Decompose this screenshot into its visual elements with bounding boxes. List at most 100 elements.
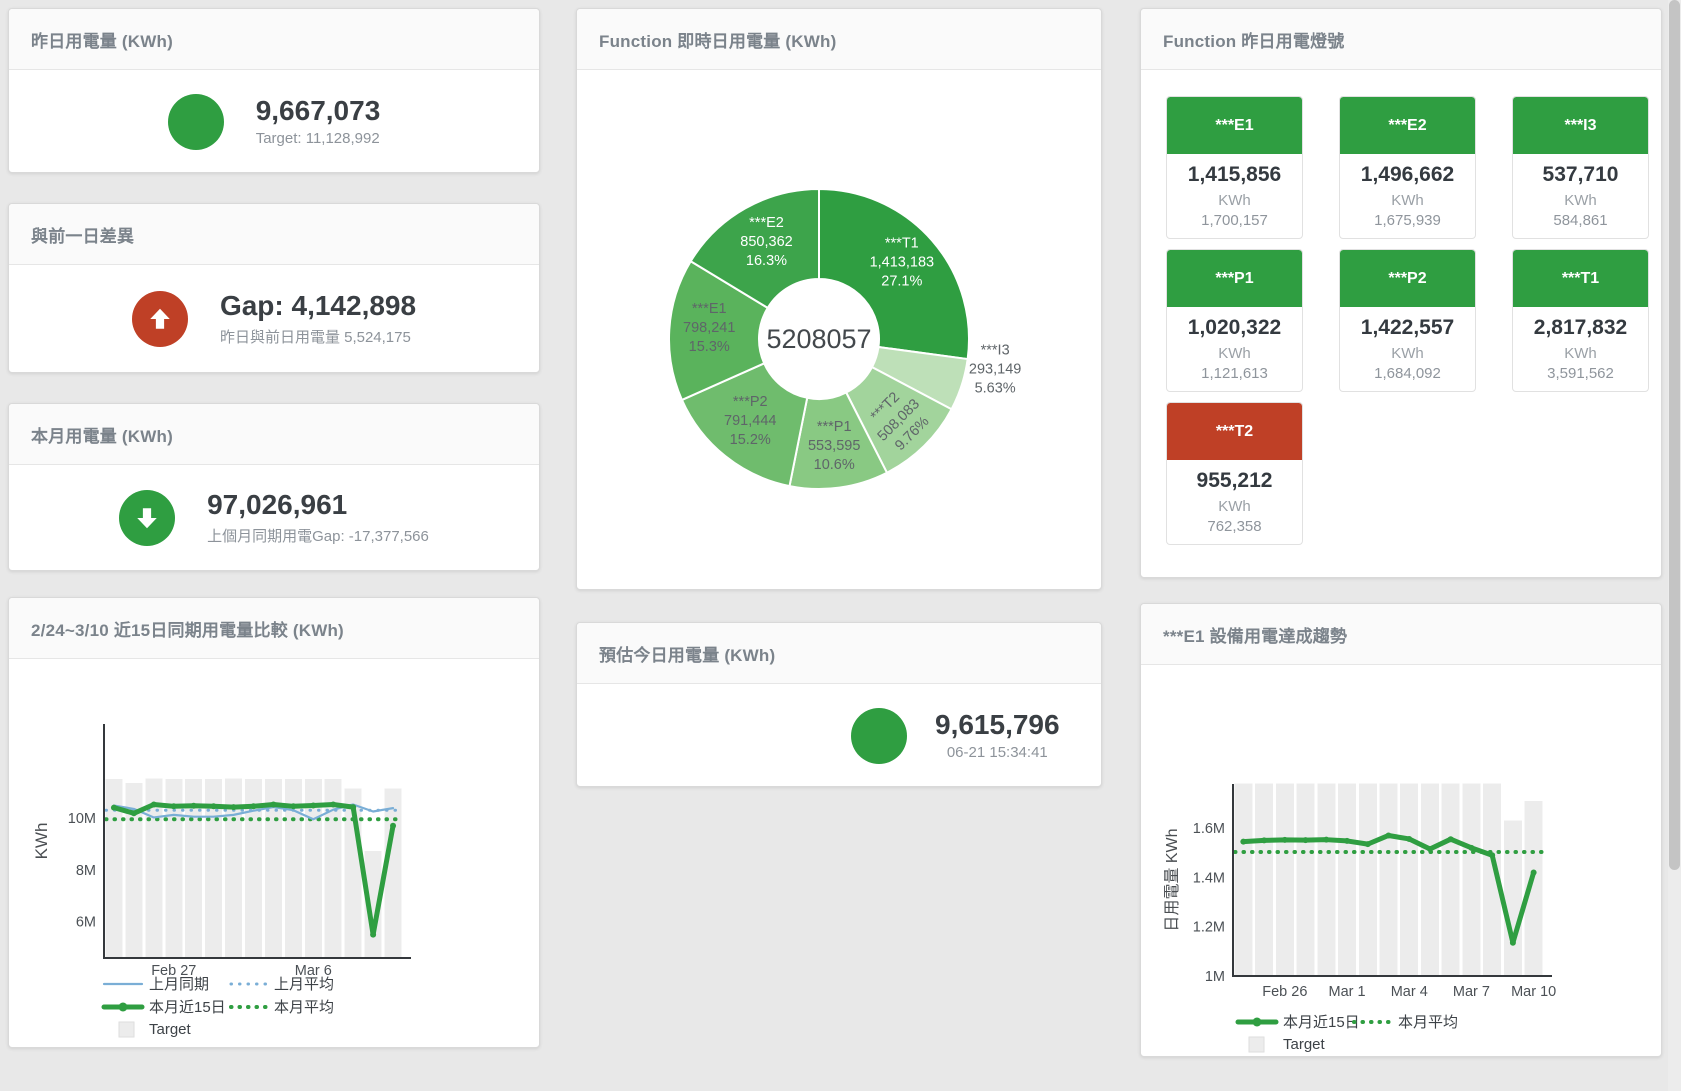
scrollbar-thumb[interactable] — [1669, 0, 1680, 870]
page-scrollbar[interactable] — [1668, 0, 1681, 1091]
card-realtime-donut: Function 即時日用電量 (KWh) ***T11,413,18327.1… — [576, 8, 1102, 590]
y-tick-label: 1.4M — [1193, 870, 1225, 886]
light-tile-t1[interactable]: ***T1 2,817,832 KWh 3,591,562 — [1512, 249, 1649, 392]
tile-unit: KWh — [1167, 498, 1302, 515]
tile-body: 955,212 KWh 762,358 — [1167, 460, 1302, 535]
card-title: ***E1 設備用電達成趨勢 — [1163, 622, 1347, 647]
legend-item-series[interactable]: 本月近15日 — [104, 999, 226, 1016]
card-header: 2/24~3/10 近15日同期用電量比較 (KWh) — [9, 598, 539, 659]
light-tile-p2[interactable]: ***P21,422,557KWh1,684,092 — [1339, 249, 1476, 392]
card-header: 與前一日差異 — [9, 204, 539, 265]
day-gap-subtitle: 昨日與前日用電量 5,524,175 — [220, 326, 416, 347]
legend-item-target[interactable]: Target — [119, 1021, 192, 1038]
estimate-timestamp: 06-21 15:34:41 — [935, 744, 1060, 761]
tile-value: 955,212 — [1167, 469, 1302, 493]
y-tick-label: 1.2M — [1193, 920, 1225, 936]
card-yesterday-usage: 昨日用電量 (KWh) 9,667,073 Target: 11,128,992 — [8, 8, 540, 173]
tile-body: 1,020,322 KWh 1,121,613 — [1167, 307, 1302, 382]
x-tick-label: Feb 26 — [1262, 984, 1307, 1000]
card-title: 2/24~3/10 近15日同期用電量比較 (KWh) — [31, 616, 344, 641]
card-light-indicators: Function 昨日用電燈號 ***E11,415,856KWh1,700,1… — [1140, 8, 1662, 578]
card-title: 與前一日差異 — [31, 222, 134, 247]
tile-label: ***I3 — [1513, 97, 1648, 154]
tile-value: 1,415,856 — [1167, 163, 1302, 187]
legend-item-series[interactable]: 本月平均 — [231, 999, 334, 1016]
light-tile-e2[interactable]: ***E21,496,662KWh1,675,939 — [1339, 96, 1476, 239]
tile-value: 537,710 — [1513, 163, 1648, 187]
tile-unit: KWh — [1167, 192, 1302, 209]
light-tile-p1[interactable]: ***P11,020,322KWh1,121,613 — [1166, 249, 1303, 392]
status-circle-red — [132, 291, 188, 347]
card-header: ***E1 設備用電達成趨勢 — [1141, 604, 1661, 665]
tile-label: ***T2 — [1167, 403, 1302, 460]
x-tick-label: Mar 7 — [1453, 984, 1490, 1000]
card-header: Function 即時日用電量 (KWh) — [577, 9, 1101, 70]
status-circle-green — [119, 490, 175, 546]
y-tick-label: 1.6M — [1193, 821, 1225, 837]
card-header: 本月用電量 (KWh) — [9, 404, 539, 465]
tile-body: 1,415,856 KWh 1,700,157 — [1167, 154, 1302, 229]
light-tiles: ***E11,415,856KWh1,700,157***E21,496,662… — [1166, 96, 1649, 545]
x-tick-label: Mar 4 — [1391, 984, 1428, 1000]
tile-target: 1,121,613 — [1167, 365, 1302, 382]
y-tick-label: 8M — [76, 863, 96, 879]
light-tile-i3[interactable]: ***I3537,710KWh584,861 — [1512, 96, 1649, 239]
function-usage-donut-chart: ***T11,413,18327.1%***I3293,1495.63%***T… — [577, 70, 1101, 589]
legend-item-target[interactable]: Target — [1249, 1036, 1326, 1053]
tile-unit: KWh — [1513, 345, 1648, 362]
card-title: 本月用電量 (KWh) — [31, 422, 173, 447]
card-15day-comparison-chart: 2/24~3/10 近15日同期用電量比較 (KWh) 6M8M10MFeb 2… — [8, 597, 540, 1048]
day-gap-value: Gap: 4,142,898 — [220, 291, 416, 322]
tile-body: 1,422,557 KWh 1,684,092 — [1340, 307, 1475, 382]
card-day-gap: 與前一日差異 Gap: 4,142,898 昨日與前日用電量 5,524,175 — [8, 203, 540, 373]
legend-item-series[interactable]: 上月同期 — [104, 976, 209, 993]
card-header: 昨日用電量 (KWh) — [9, 9, 539, 70]
svg-text:上月平均: 上月平均 — [274, 976, 334, 993]
arrow-down-icon — [134, 505, 160, 531]
status-circle-green — [851, 708, 907, 764]
energy-dashboard: 昨日用電量 (KWh) 9,667,073 Target: 11,128,992… — [0, 0, 1681, 1091]
status-circle-green — [168, 94, 224, 150]
light-tile-e1[interactable]: ***E11,415,856KWh1,700,157 — [1166, 96, 1303, 239]
tile-body: 2,817,832 KWh 3,591,562 — [1513, 307, 1648, 382]
tile-unit: KWh — [1167, 345, 1302, 362]
month-usage-gap: 上個月同期用電Gap: -17,377,566 — [207, 525, 429, 546]
card-e1-trend-chart: ***E1 設備用電達成趨勢 1M 1.2M 1.4M 1.6M Feb 26 Mar 1… — [1140, 603, 1662, 1057]
card-header: 預估今日用電量 (KWh) — [577, 623, 1101, 684]
x-tick-label: Mar 1 — [1328, 984, 1365, 1000]
svg-text:上月同期: 上月同期 — [149, 976, 209, 993]
tile-target: 3,591,562 — [1513, 365, 1648, 382]
card-title: 昨日用電量 (KWh) — [31, 27, 173, 52]
comparison-line-bar-chart: 6M8M10MFeb 27Mar 6KWh上月同期上月平均本月近15日本月平均T… — [9, 659, 539, 1047]
light-tile-t2[interactable]: ***T2 955,212 KWh 762,358 — [1166, 402, 1303, 545]
svg-text:本月平均: 本月平均 — [274, 999, 334, 1016]
tile-body: 1,496,662KWh1,675,939 — [1340, 154, 1475, 229]
y-tick-label: 10M — [68, 811, 96, 827]
tile-target: 762,358 — [1167, 518, 1302, 535]
tile-unit: KWh — [1340, 345, 1475, 362]
month-usage-value: 97,026,961 — [207, 490, 429, 521]
arrow-up-icon — [147, 306, 173, 332]
legend-item-series[interactable]: 上月平均 — [231, 976, 334, 993]
y-axis-title: KWh — [32, 823, 51, 860]
tile-label: ***E2 — [1340, 97, 1475, 154]
card-title: Function 即時日用電量 (KWh) — [599, 27, 836, 52]
y-tick-label: 6M — [76, 915, 96, 931]
svg-text:***I3293,1495.63%: ***I3293,1495.63% — [969, 343, 1021, 397]
tile-target: 1,700,157 — [1167, 212, 1302, 229]
tile-value: 2,817,832 — [1513, 316, 1648, 340]
card-title: Function 昨日用電燈號 — [1163, 27, 1344, 52]
legend-item-series[interactable]: 本月平均 — [1354, 1014, 1458, 1031]
donut-slice-label: ***I3293,1495.63% — [969, 343, 1021, 397]
svg-text:Target: Target — [1283, 1036, 1326, 1053]
y-tick-label: 1M — [1205, 969, 1225, 985]
yesterday-usage-value: 9,667,073 — [256, 96, 381, 127]
tile-target: 1,684,092 — [1340, 365, 1475, 382]
tile-target: 584,861 — [1513, 212, 1648, 229]
legend-item-series[interactable]: 本月近15日 — [1238, 1014, 1360, 1031]
tile-value: 1,020,322 — [1167, 316, 1302, 340]
x-tick-label: Mar 10 — [1511, 984, 1556, 1000]
tile-value: 1,422,557 — [1340, 316, 1475, 340]
tile-label: ***T1 — [1513, 250, 1648, 307]
card-header: Function 昨日用電燈號 — [1141, 9, 1661, 70]
